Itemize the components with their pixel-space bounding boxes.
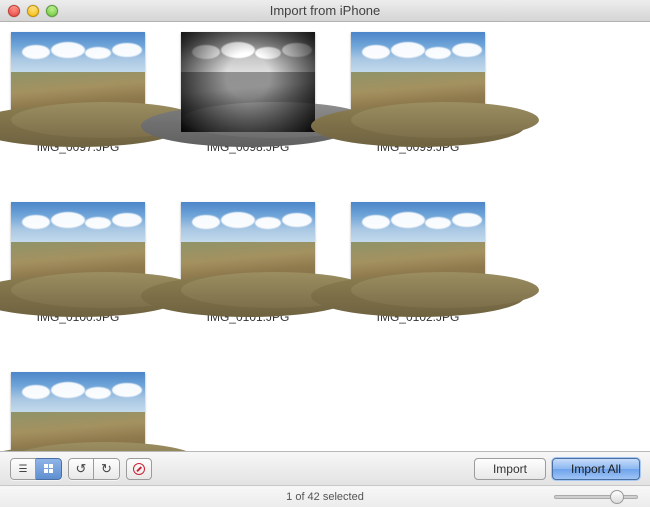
titlebar: Import from iPhone xyxy=(0,0,650,22)
rotate-segment xyxy=(68,458,120,480)
delete-button[interactable] xyxy=(126,458,152,480)
thumbnail-grid: IMG_0097.JPGIMG_0098.JPGIMG_0099.JPGIMG_… xyxy=(0,22,650,451)
selection-status-text: 1 of 42 selected xyxy=(0,491,650,503)
thumbnail-item[interactable]: IMG_0101.JPG xyxy=(178,202,318,324)
traffic-lights xyxy=(0,5,58,17)
window-title: Import from iPhone xyxy=(0,3,650,18)
thumbnail-item[interactable]: IMG_0100.JPG xyxy=(8,202,148,324)
thumbnail-image[interactable] xyxy=(181,32,315,132)
minimize-window-button[interactable] xyxy=(27,5,39,17)
view-mode-segment xyxy=(10,458,62,480)
thumbnail-image[interactable] xyxy=(11,202,145,302)
thumbnail-image[interactable] xyxy=(351,202,485,302)
list-view-button[interactable] xyxy=(10,458,36,480)
thumbnail-item[interactable]: IMG_0098.JPG xyxy=(178,32,318,154)
rotate-right-button[interactable] xyxy=(94,458,120,480)
grid-view-button[interactable] xyxy=(36,458,62,480)
thumbnail-scroll-area[interactable]: IMG_0097.JPGIMG_0098.JPGIMG_0099.JPGIMG_… xyxy=(0,22,650,451)
slider-track xyxy=(554,495,638,499)
list-icon xyxy=(19,463,28,475)
thumbnail-image[interactable] xyxy=(11,32,145,132)
thumbnail-item[interactable]: IMG_0099.JPG xyxy=(348,32,488,154)
import-button[interactable]: Import xyxy=(474,458,546,480)
thumbnail-item[interactable]: IMG_0097.JPG xyxy=(8,32,148,154)
thumbnail-image[interactable] xyxy=(181,202,315,302)
no-entry-icon xyxy=(133,463,145,475)
bottom-toolbar: Import Import All xyxy=(0,451,650,485)
close-window-button[interactable] xyxy=(8,5,20,17)
slider-knob[interactable] xyxy=(610,490,624,504)
grid-icon xyxy=(44,464,53,473)
thumbnail-image[interactable] xyxy=(11,372,145,451)
rotate-left-icon xyxy=(76,461,87,477)
thumbnail-item[interactable] xyxy=(8,372,148,451)
thumbnail-size-slider[interactable] xyxy=(554,490,638,504)
thumbnail-item[interactable]: IMG_0102.JPG xyxy=(348,202,488,324)
zoom-window-button[interactable] xyxy=(46,5,58,17)
status-bar: 1 of 42 selected xyxy=(0,485,650,507)
import-all-button[interactable]: Import All xyxy=(552,458,640,480)
rotate-right-icon xyxy=(101,461,112,477)
thumbnail-image[interactable] xyxy=(351,32,485,132)
rotate-left-button[interactable] xyxy=(68,458,94,480)
